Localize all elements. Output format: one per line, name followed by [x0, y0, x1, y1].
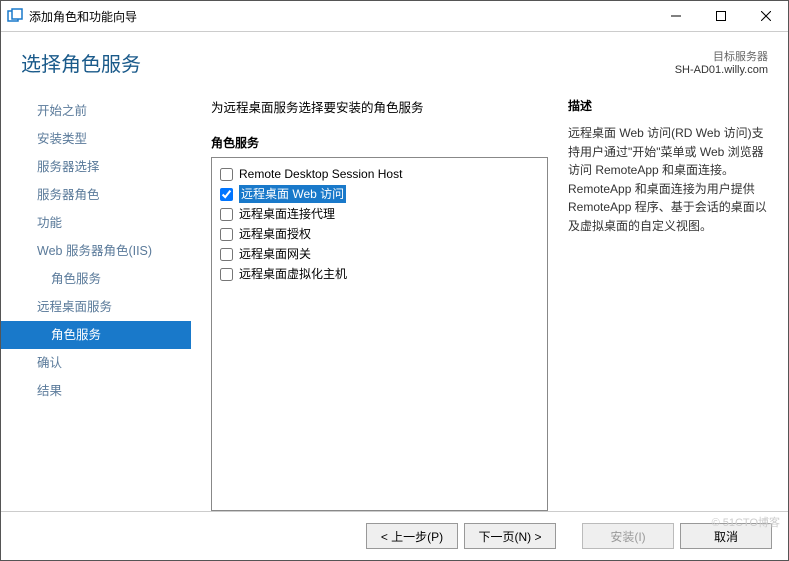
cancel-button[interactable]: 取消 — [680, 523, 772, 549]
previous-button[interactable]: < 上一步(P) — [366, 523, 458, 549]
description-column: 描述 远程桌面 Web 访问(RD Web 访问)支持用户通过"开始"菜单或 W… — [568, 97, 768, 511]
body: 开始之前安装类型服务器选择服务器角色功能Web 服务器角色(IIS)角色服务远程… — [1, 87, 788, 511]
sidebar-item[interactable]: Web 服务器角色(IIS) — [1, 237, 191, 265]
role-service-item[interactable]: Remote Desktop Session Host — [220, 164, 539, 184]
sidebar-item[interactable]: 功能 — [1, 209, 191, 237]
instruction-text: 为远程桌面服务选择要安装的角色服务 — [211, 97, 548, 116]
sidebar-item[interactable]: 远程桌面服务 — [1, 293, 191, 321]
role-service-item[interactable]: 远程桌面虚拟化主机 — [220, 264, 539, 284]
role-service-label: 远程桌面 Web 访问 — [239, 185, 346, 203]
role-service-checkbox[interactable] — [220, 208, 233, 221]
role-service-checkbox[interactable] — [220, 248, 233, 261]
next-button[interactable]: 下一页(N) > — [464, 523, 556, 549]
main-content: 为远程桌面服务选择要安装的角色服务 角色服务 Remote Desktop Se… — [191, 87, 788, 511]
sidebar-item[interactable]: 确认 — [1, 349, 191, 377]
sidebar: 开始之前安装类型服务器选择服务器角色功能Web 服务器角色(IIS)角色服务远程… — [1, 87, 191, 511]
role-service-checkbox[interactable] — [220, 268, 233, 281]
install-button: 安装(I) — [582, 523, 674, 549]
sidebar-item[interactable]: 角色服务 — [1, 265, 191, 293]
sidebar-item[interactable]: 开始之前 — [1, 97, 191, 125]
titlebar: 添加角色和功能向导 — [1, 1, 788, 32]
role-services-listbox[interactable]: Remote Desktop Session Host 远程桌面 Web 访问远程… — [211, 157, 548, 511]
page-title: 选择角色服务 — [21, 48, 675, 77]
sidebar-item[interactable]: 结果 — [1, 377, 191, 405]
footer: < 上一步(P) 下一页(N) > 安装(I) 取消 — [1, 511, 788, 560]
role-service-checkbox[interactable] — [220, 168, 233, 181]
role-service-item[interactable]: 远程桌面授权 — [220, 224, 539, 244]
close-button[interactable] — [743, 2, 788, 31]
app-icon — [7, 8, 23, 24]
role-service-label: 远程桌面虚拟化主机 — [239, 265, 347, 283]
sidebar-item[interactable]: 服务器选择 — [1, 153, 191, 181]
sidebar-item[interactable]: 角色服务 — [1, 321, 191, 349]
description-text: 远程桌面 Web 访问(RD Web 访问)支持用户通过"开始"菜单或 Web … — [568, 124, 768, 236]
role-service-label: 远程桌面连接代理 — [239, 205, 335, 223]
role-service-label: 远程桌面网关 — [239, 245, 311, 263]
role-services-column: 为远程桌面服务选择要安装的角色服务 角色服务 Remote Desktop Se… — [211, 97, 548, 511]
header: 选择角色服务 目标服务器 SH-AD01.willy.com — [1, 32, 788, 87]
sidebar-item[interactable]: 安装类型 — [1, 125, 191, 153]
target-server-name: SH-AD01.willy.com — [675, 64, 768, 76]
target-server-block: 目标服务器 SH-AD01.willy.com — [675, 48, 768, 76]
role-service-label: Remote Desktop Session Host — [239, 165, 402, 183]
role-service-item[interactable]: 远程桌面 Web 访问 — [220, 184, 539, 204]
wizard-window: 添加角色和功能向导 选择角色服务 目标服务器 SH-AD01.willy.com… — [0, 0, 789, 561]
window-title: 添加角色和功能向导 — [29, 8, 137, 25]
role-service-checkbox[interactable] — [220, 228, 233, 241]
maximize-button[interactable] — [698, 2, 743, 31]
minimize-button[interactable] — [653, 2, 698, 31]
description-label: 描述 — [568, 97, 768, 114]
sidebar-item[interactable]: 服务器角色 — [1, 181, 191, 209]
role-service-label: 远程桌面授权 — [239, 225, 311, 243]
role-service-item[interactable]: 远程桌面连接代理 — [220, 204, 539, 224]
role-service-item[interactable]: 远程桌面网关 — [220, 244, 539, 264]
target-server-label: 目标服务器 — [675, 48, 768, 64]
role-service-checkbox[interactable] — [220, 188, 233, 201]
role-services-label: 角色服务 — [211, 134, 548, 151]
